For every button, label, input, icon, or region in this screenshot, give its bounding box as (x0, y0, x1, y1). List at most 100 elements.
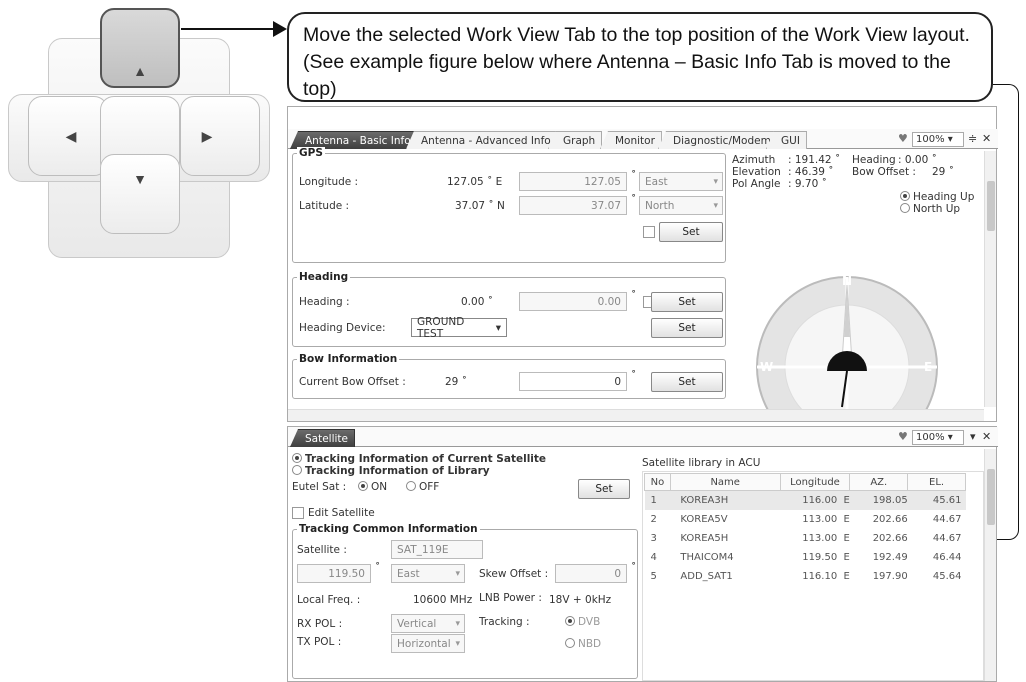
north-up-radio[interactable]: North Up (900, 203, 960, 215)
pointer-arrow-head (273, 21, 287, 37)
tab-diagnostic[interactable]: Diagnostic/Modem (658, 131, 778, 149)
triangle-right-icon: ▶ (201, 128, 213, 144)
edit-satellite-checkbox[interactable] (292, 507, 304, 519)
column-header[interactable]: AZ. (849, 473, 909, 491)
cell-name: KOREA3H (670, 490, 781, 510)
eutel-off-radio[interactable]: OFF (406, 481, 439, 493)
satellite-name-input[interactable]: SAT_119E (391, 540, 483, 559)
status-bow-value: 29 ˚ (932, 166, 954, 178)
close-icon[interactable]: ✕ (982, 430, 991, 443)
cell-longitude: 116.10 E (802, 570, 850, 582)
rx-pol-select[interactable]: Vertical (391, 614, 465, 633)
pin-icon[interactable]: ♥ (898, 132, 908, 145)
zoom-select[interactable]: 100% ▾ (912, 132, 964, 147)
status-heading-value: : 0.00 ˚ (898, 154, 937, 166)
latitude-input[interactable]: 37.07 (519, 196, 627, 215)
lnb-power-label: LNB Power : (479, 592, 542, 604)
latitude-direction-select[interactable]: North (639, 196, 723, 215)
move-up-button[interactable]: ▲ (100, 8, 180, 88)
gps-set-button[interactable]: Set (659, 222, 723, 242)
latitude-degree: ˚ (631, 194, 637, 206)
tab-satellite[interactable]: Satellite (290, 429, 356, 447)
column-header[interactable]: No (644, 473, 671, 491)
tracking-library-radio[interactable]: Tracking Information of Library (292, 465, 490, 477)
cell-no: 5 (650, 570, 657, 582)
triangle-up-icon: ▲ (133, 63, 147, 79)
table-row[interactable]: 2 KOREA5V 113.00 E 202.66 44.67 (645, 510, 966, 529)
bottom-scroll-thumb[interactable] (987, 469, 995, 525)
pin-icon[interactable]: ♥ (898, 430, 908, 443)
tab-monitor[interactable]: Monitor (600, 131, 662, 149)
tracking-dvb-radio[interactable]: DVB (565, 616, 600, 628)
bow-set-button[interactable]: Set (651, 372, 723, 392)
tracking-current-radio[interactable]: Tracking Information of Current Satellit… (292, 453, 546, 465)
cell-el: 46.44 (932, 551, 962, 563)
dropdown-icon[interactable]: ▾ (970, 430, 976, 443)
table-row[interactable]: 1 KOREA3H 116.00 E 198.05 45.61 (644, 490, 966, 510)
heading-set-button[interactable]: Set (651, 292, 723, 312)
eutel-label: Eutel Sat : (292, 481, 347, 493)
tx-pol-label: TX POL : (297, 636, 342, 648)
latitude-label: Latitude : (299, 200, 350, 212)
satellite-longitude-input[interactable]: 119.50 (297, 564, 371, 583)
radio-dot (900, 203, 910, 213)
cell-no: 4 (650, 551, 657, 563)
column-header[interactable]: Longitude (779, 473, 851, 491)
move-down-button[interactable]: ▼ (100, 154, 180, 234)
top-scroll-thumb[interactable] (987, 181, 995, 231)
top-tab-bar: Antenna - Basic Info. Antenna - Advanced… (288, 129, 998, 149)
column-header[interactable]: Name (669, 473, 781, 491)
heading-device-set-button[interactable]: Set (651, 318, 723, 338)
eutel-on-radio[interactable]: ON (358, 481, 387, 493)
tab-graph[interactable]: Graph (548, 131, 603, 149)
satellite-direction-select[interactable]: East (391, 564, 465, 583)
skew-offset-input[interactable]: 0 (555, 564, 627, 583)
compass-n: N (842, 274, 852, 288)
callout-box: Move the selected Work View Tab to the t… (287, 12, 993, 102)
move-left-button[interactable]: ◀ (28, 96, 108, 176)
library-title: Satellite library in ACU (642, 457, 761, 469)
satellite-label: Satellite : (297, 544, 347, 556)
table-row[interactable]: 5 ADD_SAT1 116.10 E 197.90 45.64 (645, 567, 966, 586)
close-icon[interactable]: ✕ (982, 132, 991, 145)
zoom-select[interactable]: 100% ▾ (912, 430, 964, 445)
top-horizontal-scrollbar[interactable] (288, 409, 984, 421)
longitude-input[interactable]: 127.05 (519, 172, 627, 191)
lnb-power-value: 18V + 0kHz (549, 594, 612, 606)
heading-up-radio[interactable]: Heading Up (900, 191, 974, 203)
heading-device-label: Heading Device: (299, 322, 386, 334)
cell-az: 202.66 (872, 532, 908, 544)
tracking-common-title: Tracking Common Information (297, 523, 480, 535)
tab-antenna-advanced[interactable]: Antenna - Advanced Info. (406, 131, 561, 149)
radio-dot (406, 481, 416, 491)
cell-longitude: 113.00 E (802, 513, 850, 525)
heading-value: 0.00 ˚ (461, 296, 493, 308)
bottom-vertical-scrollbar[interactable] (984, 449, 996, 681)
radio-dot (292, 465, 302, 475)
top-vertical-scrollbar[interactable] (984, 151, 996, 407)
azimuth-value: : 191.42 ˚ (788, 154, 841, 166)
cell-az: 198.05 (849, 490, 908, 510)
radio-dot (292, 453, 302, 463)
bottom-tab-bar: Satellite ♥ 100% ▾ ▾ ✕ (288, 427, 998, 447)
eutel-set-button[interactable]: Set (578, 479, 630, 499)
heading-device-select[interactable]: GROUND TEST ▾ (411, 316, 507, 340)
compass-dial: N W E (756, 274, 938, 409)
tx-pol-select[interactable]: Horizontal (391, 634, 465, 653)
column-header[interactable]: EL. (907, 473, 966, 491)
tracking-nbd-radio[interactable]: NBD (565, 638, 601, 650)
longitude-direction-select[interactable]: East (639, 172, 723, 191)
bow-input[interactable]: 0 (519, 372, 627, 391)
status-bow-label: Bow Offset : (852, 166, 916, 178)
gps-checkbox[interactable] (643, 226, 655, 238)
table-row[interactable]: 3 KOREA5H 113.00 E 202.66 44.67 (645, 529, 966, 548)
callout-text: Move the selected Work View Tab to the t… (303, 24, 970, 100)
heading-input[interactable]: 0.00 (519, 292, 627, 311)
cell-el: 44.67 (932, 513, 962, 525)
elevation-label: Elevation (732, 166, 781, 178)
cell-el: 45.64 (932, 570, 962, 582)
triangle-down-icon: ▼ (133, 171, 147, 187)
menu-icon[interactable]: ≑ (968, 132, 977, 145)
table-row[interactable]: 4 THAICOM4 119.50 E 192.49 46.44 (645, 548, 966, 567)
move-right-button[interactable]: ▶ (180, 96, 260, 176)
